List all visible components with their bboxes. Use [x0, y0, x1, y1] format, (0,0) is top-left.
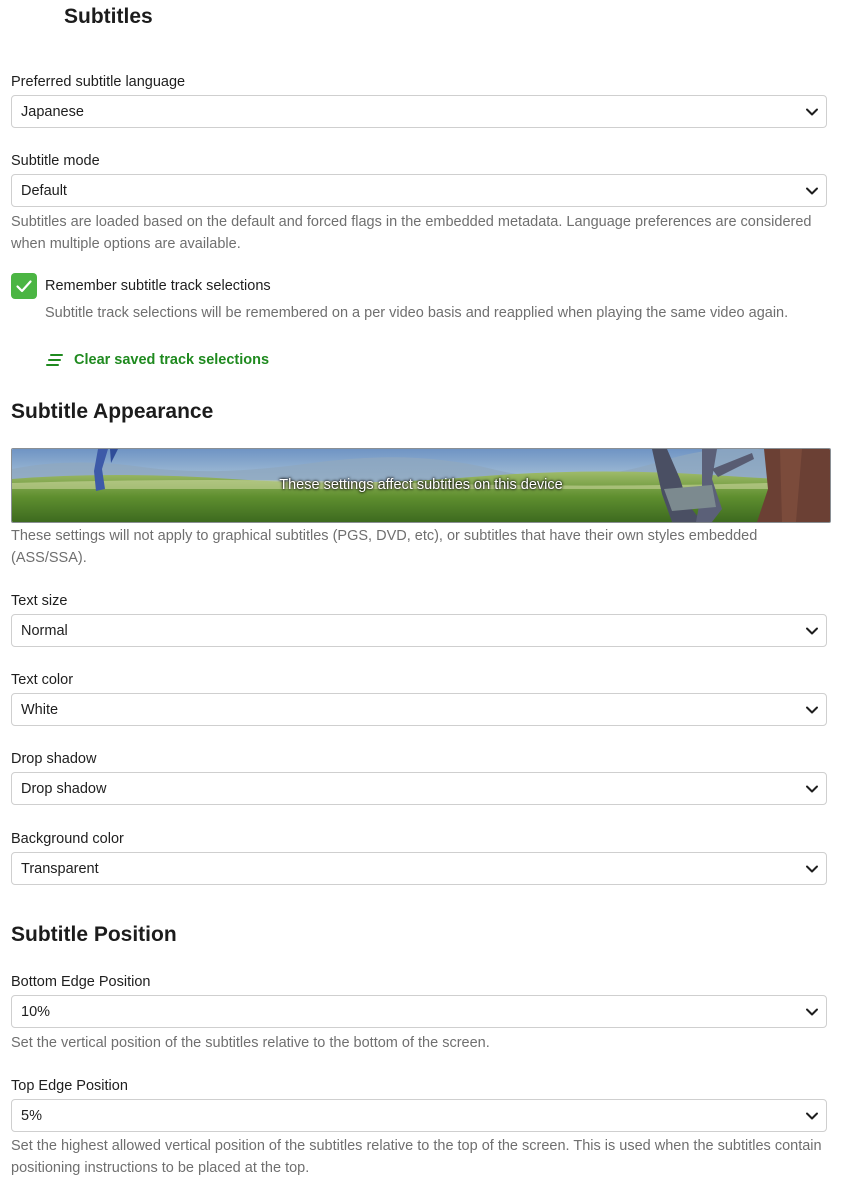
preview-subtitle-text: These settings affect subtitles on this … [279, 477, 563, 493]
top-edge-label: Top Edge Position [11, 1078, 128, 1094]
chevron-down-icon [806, 108, 818, 116]
subtitle-preview: These settings affect subtitles on this … [11, 448, 831, 523]
preferred-language-select[interactable]: Japanese [11, 95, 827, 128]
remember-tracks-checkbox[interactable] [11, 273, 37, 299]
top-edge-select[interactable]: 5% [11, 1099, 827, 1132]
chevron-down-icon [806, 627, 818, 635]
chevron-down-icon [806, 1008, 818, 1016]
background-color-select[interactable]: Transparent [11, 852, 827, 885]
text-color-label: Text color [11, 672, 74, 688]
remember-tracks-label[interactable]: Remember subtitle track selections [45, 278, 271, 294]
appearance-help: These settings will not apply to graphic… [11, 528, 758, 566]
drop-shadow-value: Drop shadow [21, 781, 107, 797]
text-color-value: White [21, 702, 59, 718]
subtitle-mode-value: Default [21, 183, 67, 199]
subtitle-mode-label: Subtitle mode [11, 153, 100, 169]
chevron-down-icon [806, 785, 818, 793]
bottom-edge-value: 10% [21, 1004, 51, 1020]
preferred-language-label: Preferred subtitle language [11, 74, 186, 90]
checkmark-icon [16, 280, 32, 293]
text-size-select[interactable]: Normal [11, 614, 827, 647]
bottom-edge-label: Bottom Edge Position [11, 974, 151, 990]
appearance-section-title: Subtitle Appearance [11, 400, 214, 423]
page-title: Subtitles [64, 5, 153, 28]
text-size-value: Normal [21, 623, 68, 639]
chevron-down-icon [806, 187, 818, 195]
background-color-value: Transparent [21, 861, 99, 877]
subtitle-mode-select[interactable]: Default [11, 174, 827, 207]
subtitle-mode-help: Subtitles are loaded based on the defaul… [11, 214, 812, 252]
chevron-down-icon [806, 1112, 818, 1120]
text-size-label: Text size [11, 593, 68, 609]
clear-list-icon [46, 354, 63, 366]
bottom-edge-select[interactable]: 10% [11, 995, 827, 1028]
top-edge-value: 5% [21, 1108, 42, 1124]
chevron-down-icon [806, 865, 818, 873]
bottom-edge-help: Set the vertical position of the subtitl… [11, 1035, 490, 1051]
preferred-language-value: Japanese [21, 104, 84, 120]
position-section-title: Subtitle Position [11, 923, 177, 946]
remember-tracks-help: Subtitle track selections will be rememb… [45, 305, 789, 321]
drop-shadow-select[interactable]: Drop shadow [11, 772, 827, 805]
clear-saved-tracks-label: Clear saved track selections [74, 352, 270, 368]
top-edge-help: Set the highest allowed vertical positio… [11, 1138, 822, 1176]
clear-saved-tracks-button[interactable]: Clear saved track selections [46, 350, 269, 370]
text-color-select[interactable]: White [11, 693, 827, 726]
drop-shadow-label: Drop shadow [11, 751, 97, 767]
background-color-label: Background color [11, 831, 124, 847]
chevron-down-icon [806, 706, 818, 714]
